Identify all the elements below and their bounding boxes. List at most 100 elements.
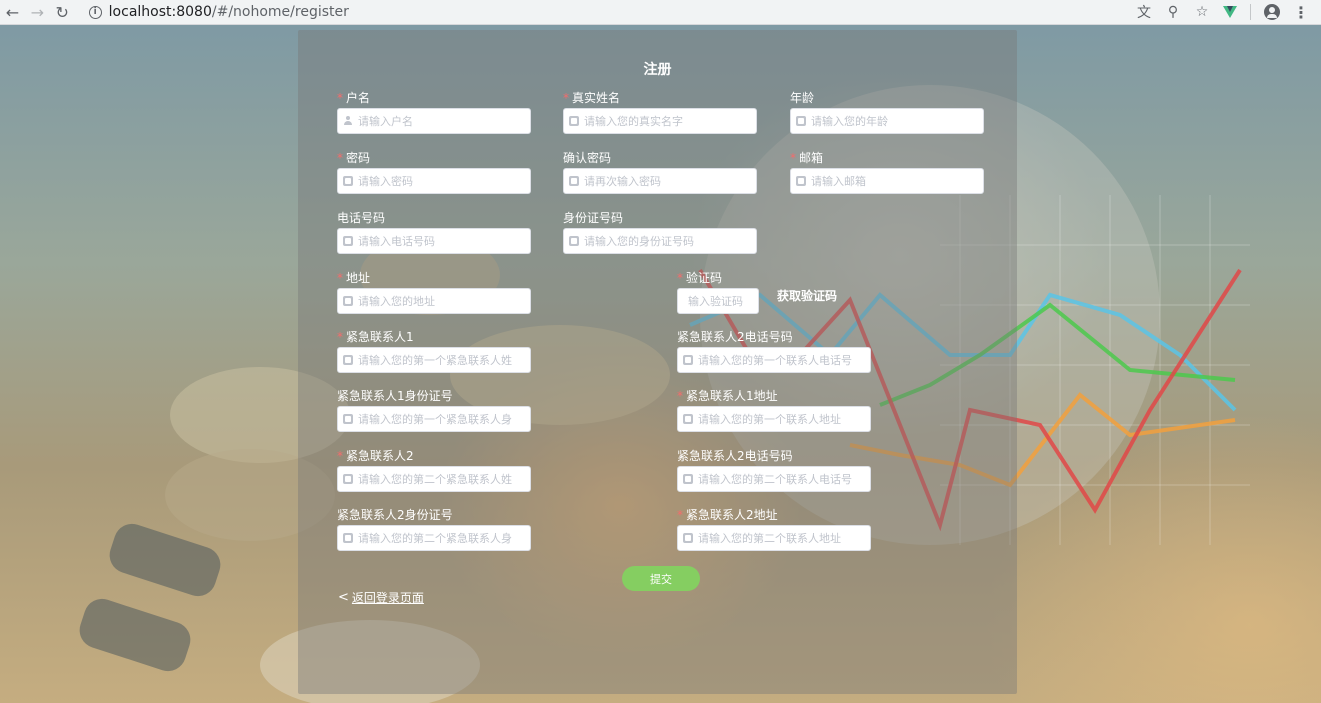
address-bar[interactable]: i localhost:8080/#/nohome/register [82, 1, 1136, 23]
idcard-input[interactable] [584, 229, 756, 253]
ec1-name-input-box[interactable] [337, 347, 531, 373]
realname-input-box[interactable] [563, 108, 757, 134]
ec2-phone-input[interactable] [698, 467, 870, 491]
get-code-button[interactable]: 获取验证码 [777, 287, 837, 304]
email-input-box[interactable] [790, 168, 984, 194]
ec2-name-input[interactable] [358, 467, 530, 491]
age-field: 年龄 [790, 90, 984, 134]
submit-button[interactable]: 提交 [622, 566, 700, 591]
username-input-box[interactable] [337, 108, 531, 134]
password-field: * 密码 [337, 150, 531, 194]
phone-input[interactable] [358, 229, 530, 253]
username-field: * 户名 [337, 90, 531, 134]
phone-input-box[interactable] [337, 228, 531, 254]
back-to-login-label: 返回登录页面 [351, 591, 424, 605]
phone-icon [343, 236, 353, 246]
back-arrow-icon[interactable]: ← [0, 3, 25, 22]
ec2-name-label: * 紧急联系人2 [337, 449, 414, 463]
captcha-input-box[interactable] [677, 288, 759, 314]
ec2-id-label: 紧急联系人2身份证号 [337, 508, 453, 522]
ec2-name-field: * 紧急联系人2 [337, 448, 531, 492]
idcard-icon [343, 533, 353, 543]
back-to-login-link[interactable]: < 返回登录页面 [338, 589, 424, 606]
ec1-phone-input-box[interactable] [677, 347, 871, 373]
register-panel: 注册 *户名 *真实姓名 年龄 *密码 确认密码 *邮箱 电话号码 身份证号码 … [298, 30, 1017, 694]
realname-label: * 真实姓名 [563, 91, 621, 105]
ec2-name-input-box[interactable] [337, 466, 531, 492]
password-input[interactable] [358, 169, 530, 193]
chevron-left-icon: < [338, 590, 349, 605]
email-input[interactable] [811, 169, 983, 193]
url-path: /#/nohome/register [211, 4, 349, 20]
required-star: * [677, 271, 683, 285]
required-star: * [563, 91, 569, 105]
ec1-address-input[interactable] [698, 407, 870, 431]
confirm-password-input[interactable] [584, 169, 756, 193]
input-icon [796, 116, 806, 126]
user-icon [343, 116, 353, 126]
account-icon[interactable] [1264, 4, 1280, 20]
idcard-input-box[interactable] [563, 228, 757, 254]
ec1-name-label: * 紧急联系人1 [337, 330, 414, 344]
idcard-label: 身份证号码 [563, 211, 624, 225]
password-input-box[interactable] [337, 168, 531, 194]
info-icon[interactable]: i [88, 5, 102, 19]
phone-icon [683, 474, 693, 484]
reload-icon[interactable]: ↻ [50, 3, 75, 22]
ec2-id-input-box[interactable] [337, 525, 531, 551]
confirm-password-input-box[interactable] [563, 168, 757, 194]
input-icon [343, 474, 353, 484]
location-icon [343, 296, 353, 306]
star-icon[interactable]: ☆ [1194, 4, 1210, 20]
input-icon [343, 355, 353, 365]
translate-icon[interactable]: 文 [1136, 2, 1152, 22]
confirm-password-field: 确认密码 [563, 150, 757, 194]
ec1-phone-input[interactable] [698, 348, 870, 372]
vue-devtools-icon[interactable] [1223, 6, 1237, 18]
ec1-id-input[interactable] [358, 407, 530, 431]
username-input[interactable] [358, 109, 530, 133]
browser-toolbar: ← → ↻ i localhost:8080/#/nohome/register… [0, 0, 1321, 25]
address-input-box[interactable] [337, 288, 531, 314]
phone-icon [683, 355, 693, 365]
password-label: * 密码 [337, 151, 371, 165]
required-star: * [790, 151, 796, 165]
zoom-icon[interactable]: ⚲ [1165, 4, 1181, 20]
ec1-id-input-box[interactable] [337, 406, 531, 432]
age-input-box[interactable] [790, 108, 984, 134]
url-host: localhost:8080 [108, 4, 212, 20]
ec2-address-input-box[interactable] [677, 525, 871, 551]
ec2-address-label: * 紧急联系人2地址 [677, 508, 778, 522]
required-star: * [337, 91, 343, 105]
mail-icon [796, 176, 806, 186]
captcha-label: * 验证码 [677, 271, 723, 285]
phone-field: 电话号码 [337, 210, 531, 254]
ec1-address-input-box[interactable] [677, 406, 871, 432]
ec1-phone-field: 紧急联系人2电话号码 [677, 329, 871, 373]
address-input[interactable] [358, 289, 530, 313]
ec2-address-input[interactable] [698, 526, 870, 550]
menu-icon[interactable]: ⋮ [1293, 3, 1309, 22]
ec2-id-input[interactable] [358, 526, 530, 550]
required-star: * [337, 449, 343, 463]
location-icon [683, 414, 693, 424]
idcard-icon [569, 236, 579, 246]
lock-icon [569, 176, 579, 186]
ec1-name-input[interactable] [358, 348, 530, 372]
ec2-id-field: 紧急联系人2身份证号 [337, 507, 531, 551]
email-field: * 邮箱 [790, 150, 984, 194]
age-input[interactable] [811, 109, 983, 133]
ec1-address-label: * 紧急联系人1地址 [677, 389, 778, 403]
realname-input[interactable] [584, 109, 756, 133]
ec1-phone-label: 紧急联系人2电话号码 [677, 330, 793, 344]
ec2-phone-field: 紧急联系人2电话号码 [677, 448, 871, 492]
lock-icon [343, 176, 353, 186]
ec2-phone-label: 紧急联系人2电话号码 [677, 449, 793, 463]
ec2-phone-input-box[interactable] [677, 466, 871, 492]
forward-arrow-icon[interactable]: → [25, 3, 50, 22]
input-icon [569, 116, 579, 126]
confirm-password-label: 确认密码 [563, 151, 612, 165]
idcard-icon [343, 414, 353, 424]
captcha-input[interactable] [688, 289, 758, 313]
address-label: * 地址 [337, 271, 371, 285]
